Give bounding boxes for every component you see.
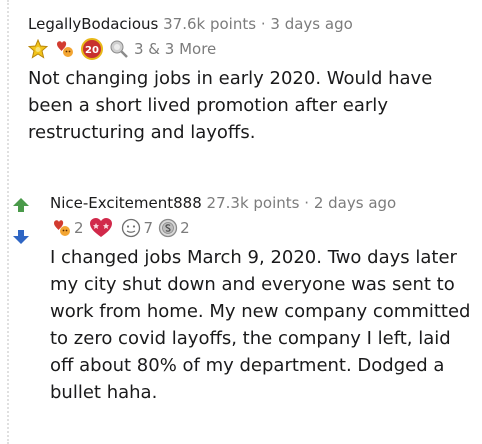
award-heart-eyes <box>89 217 115 239</box>
comment-meta: Nice-Excitement888 27.3k points · 2 days… <box>50 193 476 213</box>
awards-row[interactable]: 20 3 & 3 More <box>28 38 474 60</box>
awards-more-label[interactable]: 3 & 3 More <box>134 40 216 58</box>
upvote-button[interactable] <box>12 197 30 213</box>
downvote-arrow-icon <box>13 230 29 244</box>
level-badge-icon: 20 <box>80 38 104 60</box>
comment-points: 27.3k points <box>206 194 300 212</box>
meta-separator: · <box>260 15 266 33</box>
comment-author[interactable]: LegallyBodacious <box>28 15 158 33</box>
thread-line <box>7 0 9 444</box>
face-icon <box>121 218 140 238</box>
comment-meta: LegallyBodacious 37.6k points · 3 days a… <box>28 14 474 34</box>
helpful-award-icon <box>109 39 129 59</box>
comment-time[interactable]: 2 days ago <box>314 194 396 212</box>
award-count: 7 <box>143 219 154 237</box>
comment-body: Not changing jobs in early 2020. Would h… <box>28 68 433 143</box>
awards-row[interactable]: 2 7 2 <box>50 217 476 239</box>
award-count: 2 <box>180 219 190 237</box>
heart-eyes-icon <box>89 218 112 237</box>
wholesome-award-icon <box>53 39 75 59</box>
comment-time[interactable]: 3 days ago <box>270 15 352 33</box>
meta-separator: · <box>304 194 310 212</box>
gold-award-icon <box>28 39 48 59</box>
comment: LegallyBodacious 37.6k points · 3 days a… <box>28 14 474 146</box>
award-wholesome: 2 <box>50 218 84 238</box>
award-count: 2 <box>74 219 84 237</box>
award-face: 7 <box>120 218 154 238</box>
silver-coin-icon <box>158 218 178 238</box>
award-silver: 2 <box>158 218 190 238</box>
upvote-arrow-icon <box>13 198 29 212</box>
downvote-button[interactable] <box>12 229 30 245</box>
comment-points: 37.6k points <box>163 15 257 33</box>
comment-author[interactable]: Nice-Excitement888 <box>50 194 202 212</box>
wholesome-icon <box>54 220 70 236</box>
level-badge-number: 20 <box>85 45 99 56</box>
comment-body: I changed jobs March 9, 2020. Two days l… <box>50 247 471 403</box>
comment: Nice-Excitement888 27.3k points · 2 days… <box>50 193 476 406</box>
